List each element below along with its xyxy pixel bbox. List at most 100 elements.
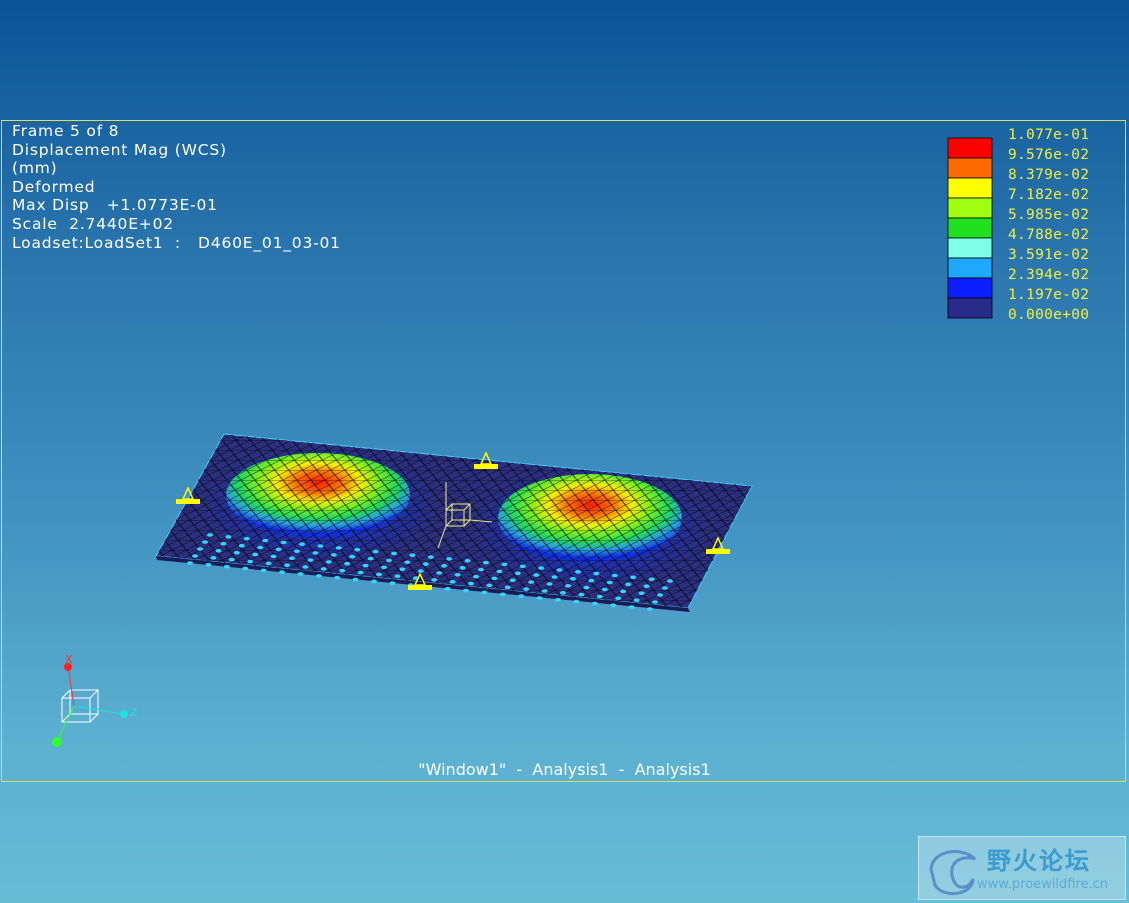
mesh-hole [570, 577, 576, 581]
mesh-hole [481, 590, 488, 595]
mesh-hole [205, 563, 212, 567]
mesh-hole [238, 543, 245, 548]
mesh-hole [386, 558, 392, 563]
mesh-hole [473, 574, 479, 579]
mesh-hole [486, 583, 493, 588]
mesh-hole [330, 553, 337, 557]
mesh-hole [491, 576, 498, 581]
legend-swatch [947, 197, 993, 219]
mesh-hole [504, 585, 511, 590]
info-loadset: Loadset:LoadSet1 : D460E_01_03-01 [12, 233, 341, 252]
legend-swatch [947, 177, 993, 199]
mesh-hole [260, 568, 267, 573]
mesh-hole [427, 555, 434, 559]
mesh-hole [449, 580, 456, 584]
mesh-hole [560, 591, 566, 595]
mesh-hole [441, 564, 448, 568]
mesh-hole [307, 558, 314, 562]
mesh-hole [648, 577, 655, 581]
info-quantity: Displacement Mag (WCS) [12, 140, 227, 159]
legend-swatch [947, 157, 993, 179]
mesh-hole [601, 587, 608, 592]
mesh-hole [376, 572, 382, 577]
legend-value: 4.788e-02 [1008, 227, 1090, 243]
mesh-hole [496, 569, 503, 574]
info-units: (mm) [12, 159, 58, 178]
mesh-hole [643, 584, 650, 588]
mesh-hole [611, 573, 618, 578]
mesh-hole [275, 547, 282, 552]
mesh-hole [225, 535, 232, 539]
mesh-hole [297, 572, 304, 576]
mesh-hole [399, 567, 406, 571]
mesh-hole [533, 573, 540, 577]
view-triad-icon [56, 665, 125, 743]
mesh-hole [381, 565, 387, 570]
mesh-hole [280, 540, 287, 545]
mesh-hole [202, 540, 208, 544]
legend-value: 8.379e-02 [1008, 167, 1090, 183]
triad-z-axis-dot [120, 710, 128, 718]
mesh-hole [575, 570, 581, 574]
mesh-hole [192, 554, 198, 558]
legend-value: 2.394e-02 [1008, 267, 1090, 283]
mesh-hole [638, 591, 645, 595]
mesh-hole [620, 589, 627, 594]
mesh-hole [459, 566, 466, 570]
mesh-hole [262, 538, 269, 543]
mesh-hole [299, 542, 305, 546]
triad-z-label: Z [130, 706, 138, 719]
mesh-hole [228, 557, 235, 562]
mesh-hole [591, 601, 598, 606]
mesh-hole [596, 594, 603, 599]
legend-swatch [947, 277, 993, 299]
mesh-hole [252, 552, 259, 557]
legend-swatch [947, 137, 993, 159]
mesh-hole [555, 598, 561, 602]
mesh-hole [538, 566, 545, 570]
mesh-hole [468, 581, 474, 586]
mesh-hole [325, 560, 332, 564]
mesh-hole [242, 566, 249, 571]
mesh-hole [501, 562, 508, 567]
mesh-hole [270, 554, 277, 559]
mesh-hole [546, 582, 553, 586]
mesh-hole [357, 570, 364, 575]
mesh-hole [362, 563, 369, 568]
legend-swatch [947, 257, 993, 279]
mesh-hole [583, 585, 590, 590]
triad-y-axis-dot [52, 737, 62, 747]
mesh-hole [210, 556, 217, 560]
mesh-hole [344, 561, 351, 566]
mesh-hole [615, 596, 622, 601]
mesh-hole [528, 580, 535, 584]
legend-swatch [947, 217, 993, 239]
mesh-hole [436, 571, 443, 575]
mesh-hole [431, 578, 438, 582]
mesh-hole [223, 564, 230, 569]
mesh-hole [335, 546, 342, 550]
mesh-hole [657, 593, 663, 597]
mesh-hole [633, 598, 640, 602]
mesh-hole [302, 565, 309, 569]
mesh-hole [320, 567, 327, 571]
mesh-hole [628, 605, 635, 609]
mesh-hole [523, 587, 530, 591]
watermark-url: www.proewildfire.cn [977, 877, 1108, 892]
mesh-hole [279, 570, 285, 574]
result-info-panel: Frame 5 of 8 Displacement Mag (WCS) (mm)… [12, 122, 341, 252]
watermark-logo: 野火论坛 www.proewildfire.cn [918, 836, 1126, 900]
mesh-hole [518, 594, 525, 598]
mesh-hole [610, 603, 617, 608]
mesh-hole [220, 542, 227, 546]
mesh-hole [339, 568, 346, 573]
legend-swatch [947, 237, 993, 259]
mesh-hole [514, 571, 521, 576]
mesh-hole [499, 592, 506, 597]
mesh-hole [556, 568, 563, 572]
mesh-hole [667, 579, 673, 583]
legend-value: 7.182e-02 [1008, 187, 1090, 203]
mesh-hole [630, 575, 637, 580]
mesh-hole [565, 584, 571, 588]
mesh-hole [247, 559, 254, 564]
